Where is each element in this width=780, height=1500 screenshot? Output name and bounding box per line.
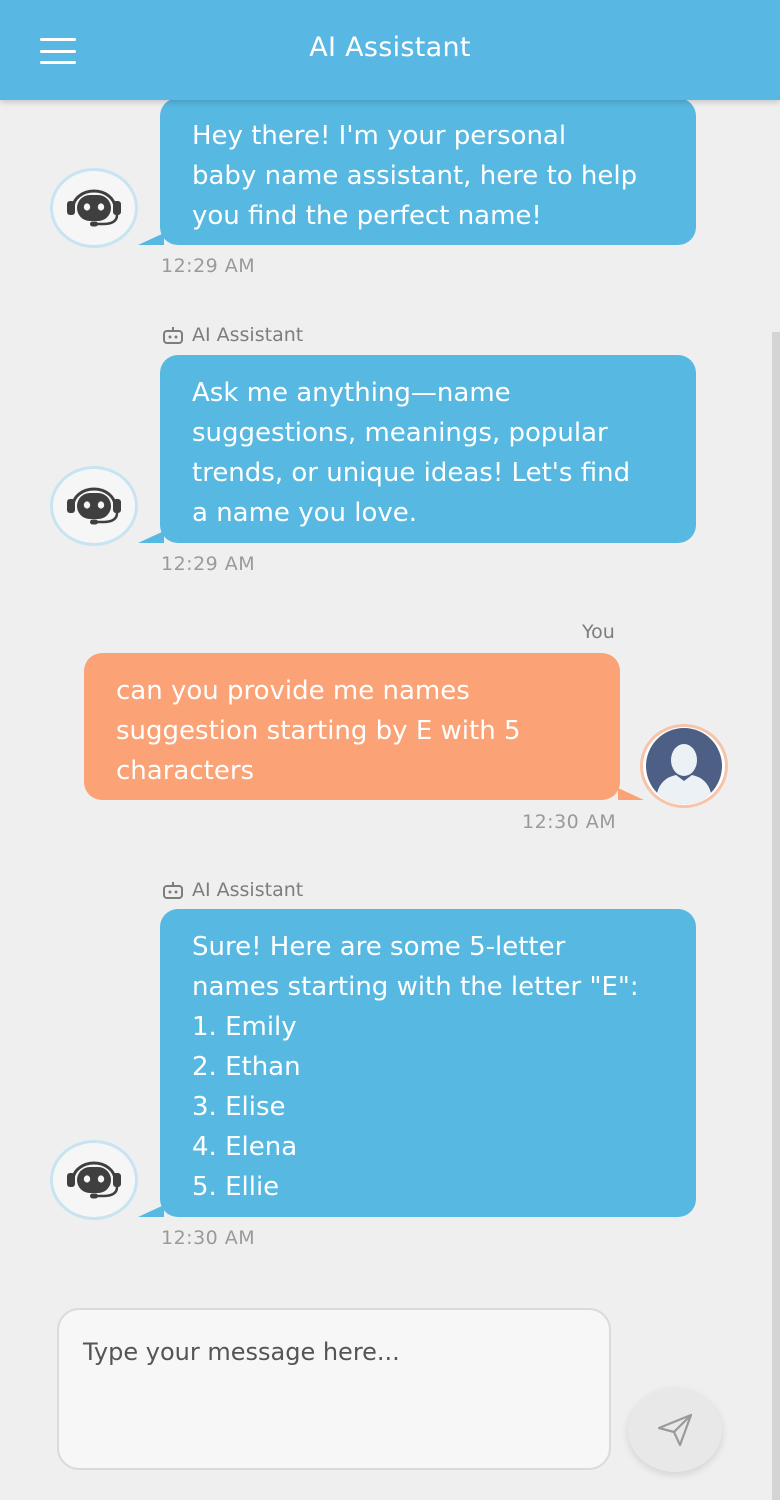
- chat-scrollbar[interactable]: [772, 332, 780, 1500]
- sender-label: You: [582, 621, 615, 643]
- message-timestamp: 12:30 AM: [161, 1227, 256, 1249]
- app-header: AI Assistant: [0, 0, 780, 100]
- assistant-message-bubble: Ask me anything—name suggestions, meanin…: [138, 355, 696, 543]
- sender-label: AI Assistant: [162, 879, 303, 901]
- page-title: AI Assistant: [309, 32, 471, 63]
- sender-name: AI Assistant: [192, 324, 304, 346]
- robot-icon: [163, 882, 183, 899]
- user-avatar: [640, 724, 728, 808]
- robot-icon: [163, 327, 183, 344]
- robot-headset-icon: [67, 189, 121, 227]
- assistant-avatar: [50, 466, 138, 546]
- robot-headset-icon: [67, 487, 121, 525]
- assistant-message-bubble: Hey there! I'm your personal baby name a…: [138, 98, 696, 245]
- robot-headset-icon: [67, 1161, 121, 1199]
- sender-label: AI Assistant: [162, 324, 303, 346]
- sender-name: You: [582, 621, 615, 643]
- sender-name: AI Assistant: [192, 879, 304, 901]
- message-timestamp: 12:29 AM: [161, 553, 256, 575]
- assistant-avatar: [50, 1140, 138, 1220]
- user-message-bubble: can you provide me names suggestion star…: [84, 653, 644, 800]
- message-input[interactable]: [57, 1308, 611, 1470]
- assistant-avatar: [50, 168, 138, 248]
- send-paper-plane-icon: [657, 1413, 693, 1447]
- message-timestamp: 12:30 AM: [522, 811, 617, 833]
- message-timestamp: 12:29 AM: [161, 255, 256, 277]
- user-silhouette-icon: [646, 728, 722, 804]
- send-button[interactable]: [628, 1388, 722, 1472]
- assistant-message-bubble: Sure! Here are some 5-letter names start…: [138, 909, 696, 1217]
